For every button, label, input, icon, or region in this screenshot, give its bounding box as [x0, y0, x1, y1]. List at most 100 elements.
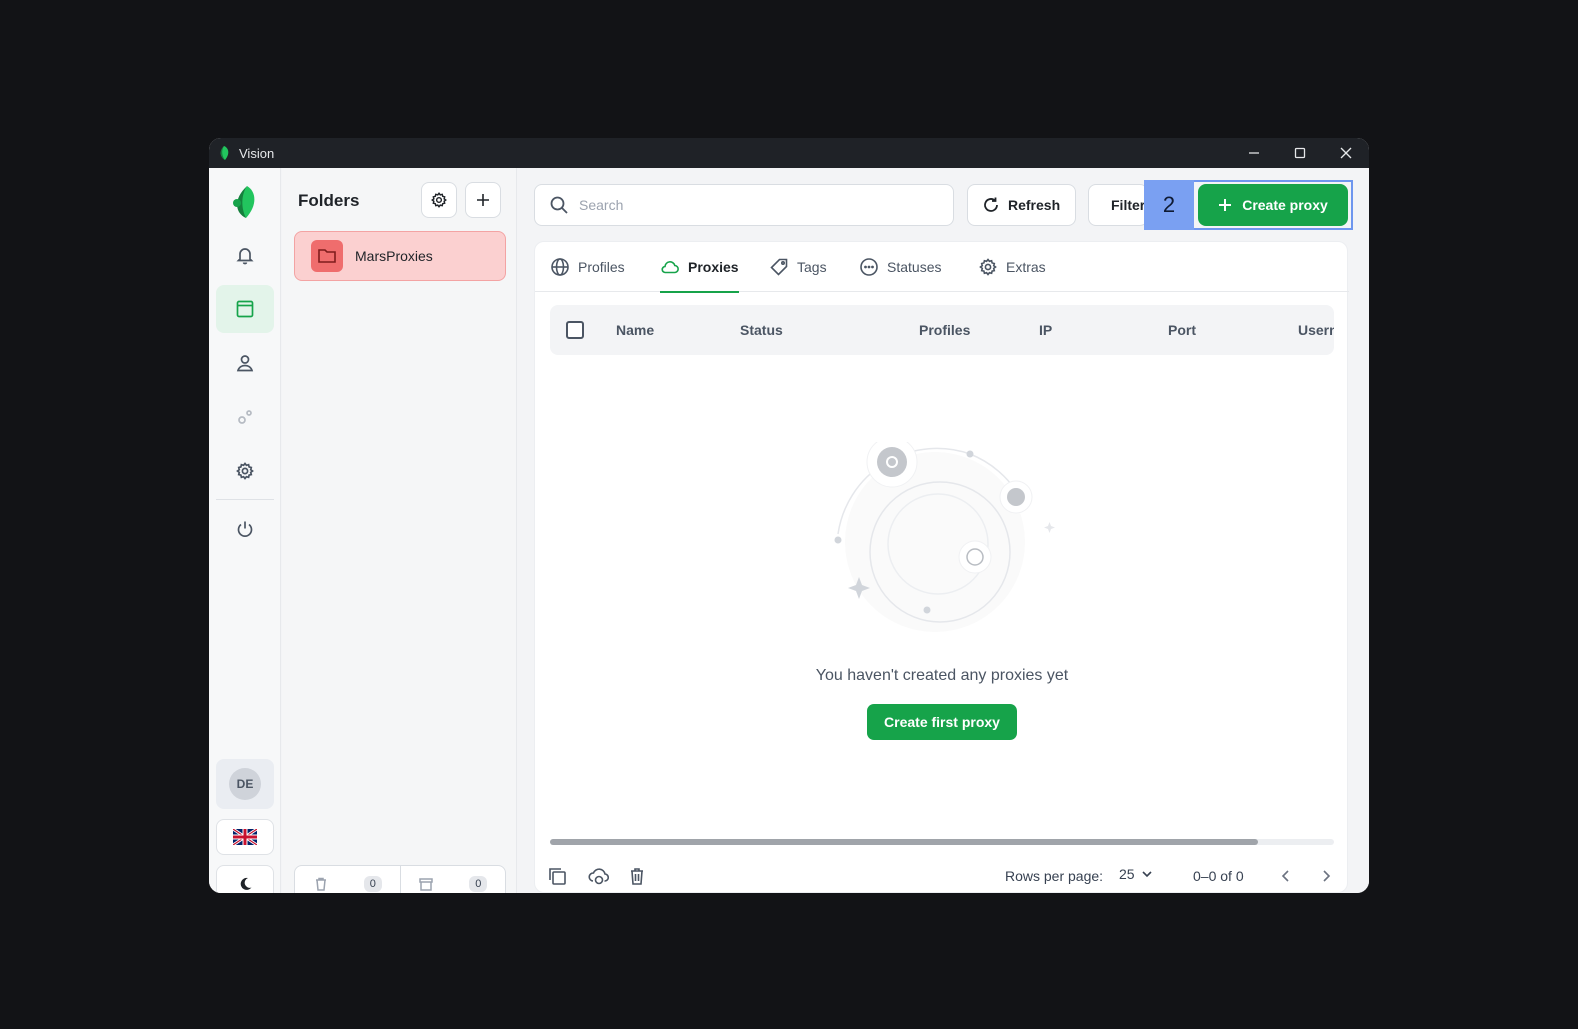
rows-per-page-value: 25: [1119, 866, 1135, 882]
tab-tags[interactable]: Tags: [769, 242, 827, 292]
app-logo-icon: [220, 146, 229, 160]
tab-profiles-label: Profiles: [578, 259, 625, 275]
filters-label: Filters: [1111, 197, 1147, 213]
copy-button[interactable]: [547, 862, 587, 890]
archive-button[interactable]: 0: [399, 866, 506, 893]
rail-team[interactable]: [216, 339, 274, 387]
rail-divider: [216, 499, 274, 500]
tab-statuses[interactable]: Statuses: [859, 242, 941, 292]
moon-icon: [240, 877, 252, 890]
chevron-down-icon: [1142, 871, 1152, 878]
rows-per-page-select[interactable]: 25: [1119, 866, 1153, 882]
search-box[interactable]: [534, 184, 954, 226]
column-port[interactable]: Port: [1168, 305, 1196, 355]
globe-icon: [551, 258, 569, 276]
column-status[interactable]: Status: [740, 305, 783, 355]
logo-icon: [233, 186, 255, 218]
browser-icon: [236, 300, 254, 318]
window-controls: [1231, 138, 1369, 168]
bulk-actions: [547, 862, 667, 890]
previous-page-button[interactable]: [1274, 864, 1298, 888]
maximize-icon: [1294, 147, 1306, 159]
rail-notifications[interactable]: [216, 231, 274, 279]
minimize-icon: [1249, 152, 1259, 154]
pagination-range: 0–0 of 0: [1193, 868, 1244, 884]
trash-icon: [631, 868, 643, 885]
rail-automation[interactable]: [216, 393, 274, 441]
chevron-right-icon: [1323, 870, 1331, 882]
rail-logout[interactable]: [216, 505, 274, 553]
maximize-button[interactable]: [1277, 138, 1323, 168]
gears-icon: [238, 410, 252, 424]
folder-settings-button[interactable]: [421, 182, 457, 218]
trash-count: 0: [363, 876, 382, 892]
search-input[interactable]: [579, 197, 919, 213]
next-page-button[interactable]: [1314, 864, 1338, 888]
select-all-checkbox[interactable]: [566, 321, 584, 339]
column-profiles[interactable]: Profiles: [919, 305, 970, 355]
step-badge: 2: [1144, 180, 1194, 230]
folder-label: MarsProxies: [355, 248, 433, 264]
close-button[interactable]: [1323, 138, 1369, 168]
theme-toggle[interactable]: [216, 865, 274, 893]
settings-icon: [236, 462, 254, 480]
trash-button[interactable]: 0: [295, 866, 400, 893]
uk-flag-icon: [233, 829, 257, 845]
title-bar: Vision: [209, 138, 1369, 168]
folders-panel: Folders MarsProxies 0 0: [282, 168, 517, 893]
create-first-proxy-button[interactable]: Create first proxy: [867, 704, 1017, 740]
refresh-icon: [984, 197, 998, 212]
empty-state-message: You haven't created any proxies yet: [815, 667, 1069, 684]
close-icon: [1340, 147, 1352, 159]
column-name[interactable]: Name: [616, 305, 654, 355]
folder-footer: 0 0: [294, 865, 506, 893]
rail-browser-profiles[interactable]: [216, 285, 274, 333]
table-header: Name Status Profiles IP Port Username: [550, 305, 1334, 355]
power-icon: [237, 521, 253, 537]
tag-icon: [770, 258, 788, 276]
trash-icon: [315, 877, 326, 891]
search-icon: [550, 196, 568, 214]
main-content: Refresh Filters 2 Create proxy Profiles …: [518, 168, 1369, 893]
archive-count: 0: [469, 876, 488, 892]
rail-logo[interactable]: [216, 178, 274, 226]
plus-icon: [1219, 199, 1232, 211]
rail-user[interactable]: DE: [216, 759, 274, 809]
tab-tags-label: Tags: [797, 259, 827, 275]
avatar: DE: [229, 768, 261, 800]
gear-icon: [431, 192, 447, 208]
dots-circle-icon: [860, 258, 878, 276]
language-button[interactable]: [216, 819, 274, 855]
cloud-sync-button[interactable]: [587, 862, 627, 890]
empty-state-illustration: [834, 442, 1055, 632]
folders-title: Folders: [298, 191, 360, 210]
folder-item-marsproxies[interactable]: MarsProxies: [294, 231, 506, 281]
column-ip[interactable]: IP: [1039, 305, 1052, 355]
create-proxy-button[interactable]: Create proxy: [1198, 184, 1348, 226]
rows-per-page-label: Rows per page:: [1005, 868, 1104, 884]
tab-extras[interactable]: Extras: [978, 242, 1046, 292]
chevron-left-icon: [1281, 870, 1289, 882]
tab-proxies-label: Proxies: [688, 259, 739, 275]
gear-icon: [979, 258, 997, 276]
nav-rail: DE: [209, 168, 281, 893]
cloud-sync-icon: [588, 868, 609, 885]
tab-profiles[interactable]: Profiles: [550, 242, 625, 292]
refresh-button[interactable]: Refresh: [967, 184, 1076, 226]
app-window: Vision DE Folders MarsProxies 0 0 Search…: [209, 138, 1369, 893]
tab-bar: Profiles Proxies Tags Statuses Extras: [535, 242, 1349, 293]
minimize-button[interactable]: [1231, 138, 1277, 168]
add-folder-button[interactable]: [465, 182, 501, 218]
horizontal-scrollbar[interactable]: [550, 839, 1334, 845]
folder-icon: [311, 240, 343, 272]
rail-settings[interactable]: [216, 447, 274, 495]
proxies-card: Profiles Proxies Tags Statuses Extras Na…: [534, 241, 1349, 893]
create-proxy-label: Create proxy: [1242, 197, 1328, 213]
scrollbar-thumb[interactable]: [550, 839, 1258, 845]
column-username[interactable]: Username: [1298, 305, 1334, 355]
filters-button[interactable]: Filters: [1088, 184, 1148, 226]
delete-button[interactable]: [627, 862, 667, 890]
archive-icon: [419, 878, 433, 891]
cloud-icon: [661, 261, 679, 274]
tab-proxies[interactable]: Proxies: [660, 242, 739, 293]
